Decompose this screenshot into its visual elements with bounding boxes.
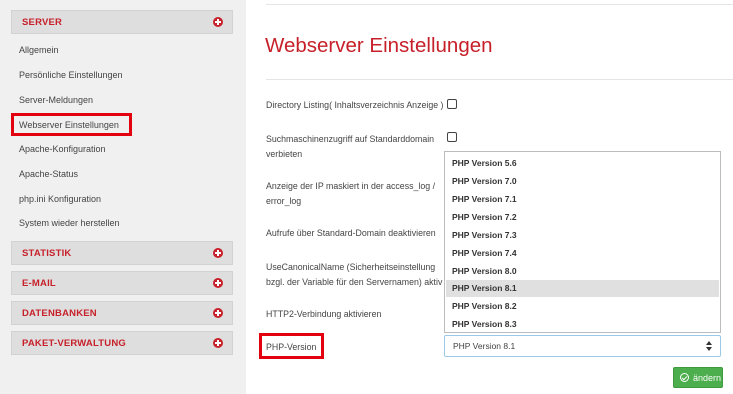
section-datenbanken-label: DATENBANKEN [22, 308, 97, 319]
php-option-7-2[interactable]: PHP Version 7.2 [446, 209, 719, 226]
plus-circle-icon[interactable] [213, 248, 223, 258]
php-option-8-2[interactable]: PHP Version 8.2 [446, 298, 719, 315]
check-circle-icon [680, 373, 689, 382]
highlight-box-php-version [259, 333, 324, 359]
php-option-7-4[interactable]: PHP Version 7.4 [446, 245, 719, 262]
php-version-select-value: PHP Version 8.1 [453, 341, 516, 351]
aendern-button[interactable]: ändern [673, 367, 723, 388]
standard-domain-label: Aufrufe über Standard-Domain deaktiviere… [266, 228, 436, 238]
select-updown-icon [706, 341, 712, 351]
php-option-7-3[interactable]: PHP Version 7.3 [446, 227, 719, 244]
sidebar-item-server-meldungen[interactable]: Server-Meldungen [19, 95, 93, 105]
sidebar-item-allgemein[interactable]: Allgemein [19, 45, 59, 55]
sidebar-item-apache-konfiguration[interactable]: Apache-Konfiguration [19, 144, 106, 154]
sidebar-item-system-wieder-herstellen[interactable]: System wieder herstellen [19, 218, 120, 228]
page-title: Webserver Einstellungen [265, 34, 493, 57]
search-engine-label-line1: Suchmaschinenzugriff auf Standarddomain [266, 134, 435, 144]
sidebar-item-apache-status[interactable]: Apache-Status [19, 169, 78, 179]
php-version-dropdown-list[interactable]: PHP Version 5.6 PHP Version 7.0 PHP Vers… [444, 151, 721, 333]
plus-circle-icon[interactable] [213, 308, 223, 318]
search-engine-checkbox[interactable] [447, 132, 457, 142]
php-option-7-1[interactable]: PHP Version 7.1 [446, 191, 719, 208]
search-engine-label-line2: verbieten [266, 149, 303, 159]
directory-listing-checkbox[interactable] [447, 99, 457, 109]
php-option-7-0[interactable]: PHP Version 7.0 [446, 173, 719, 190]
sidebar: SERVER Allgemein Persönliche Einstellung… [0, 0, 246, 394]
section-statistik-label: STATISTIK [22, 248, 72, 259]
canonical-name-label-line2: bzgl. der Variable für den Servernamen) … [266, 277, 443, 287]
divider [266, 79, 733, 80]
php-option-8-3[interactable]: PHP Version 8.3 [446, 316, 719, 333]
directory-listing-label: Directory Listing( Inhaltsverzeichnis An… [266, 100, 444, 110]
aendern-button-label: ändern [693, 373, 722, 383]
plus-circle-icon[interactable] [213, 338, 223, 348]
section-server[interactable]: SERVER [11, 10, 233, 34]
ip-masked-label-line2: error_log [266, 196, 302, 206]
ip-masked-label-line1: Anzeige der IP maskiert in der access_lo… [266, 181, 436, 191]
plus-circle-icon[interactable] [213, 17, 223, 27]
section-datenbanken[interactable]: DATENBANKEN [11, 301, 233, 325]
sidebar-item-php-ini-konfiguration[interactable]: php.ini Konfiguration [19, 194, 101, 204]
section-paket-verwaltung-label: PAKET-VERWALTUNG [22, 338, 127, 349]
ip-masked-label: Anzeige der IP maskiert in der access_lo… [266, 179, 435, 209]
sidebar-item-persoenliche-einstellungen[interactable]: Persönliche Einstellungen [19, 70, 123, 80]
main-content: Webserver Einstellungen Directory Listin… [246, 0, 733, 394]
section-paket-verwaltung[interactable]: PAKET-VERWALTUNG [11, 331, 233, 355]
section-e-mail-label: E-MAIL [22, 278, 56, 289]
section-statistik[interactable]: STATISTIK [11, 241, 233, 265]
php-option-8-0[interactable]: PHP Version 8.0 [446, 263, 719, 280]
canonical-name-label: UseCanonicalName (Sicherheitseinstellung… [266, 260, 442, 290]
search-engine-label: Suchmaschinenzugriff auf Standarddomain … [266, 132, 434, 162]
section-e-mail[interactable]: E-MAIL [11, 271, 233, 295]
php-option-5-6[interactable]: PHP Version 5.6 [446, 155, 719, 172]
php-option-8-1[interactable]: PHP Version 8.1 [446, 280, 719, 297]
section-server-label: SERVER [22, 17, 63, 28]
divider [266, 4, 733, 5]
plus-circle-icon[interactable] [213, 278, 223, 288]
php-version-select[interactable]: PHP Version 8.1 [444, 335, 721, 357]
canonical-name-label-line1: UseCanonicalName (Sicherheitseinstellung [266, 262, 436, 272]
highlight-box-webserver-einstellungen [11, 113, 132, 136]
http2-label: HTTP2-Verbindung aktivieren [266, 309, 382, 319]
